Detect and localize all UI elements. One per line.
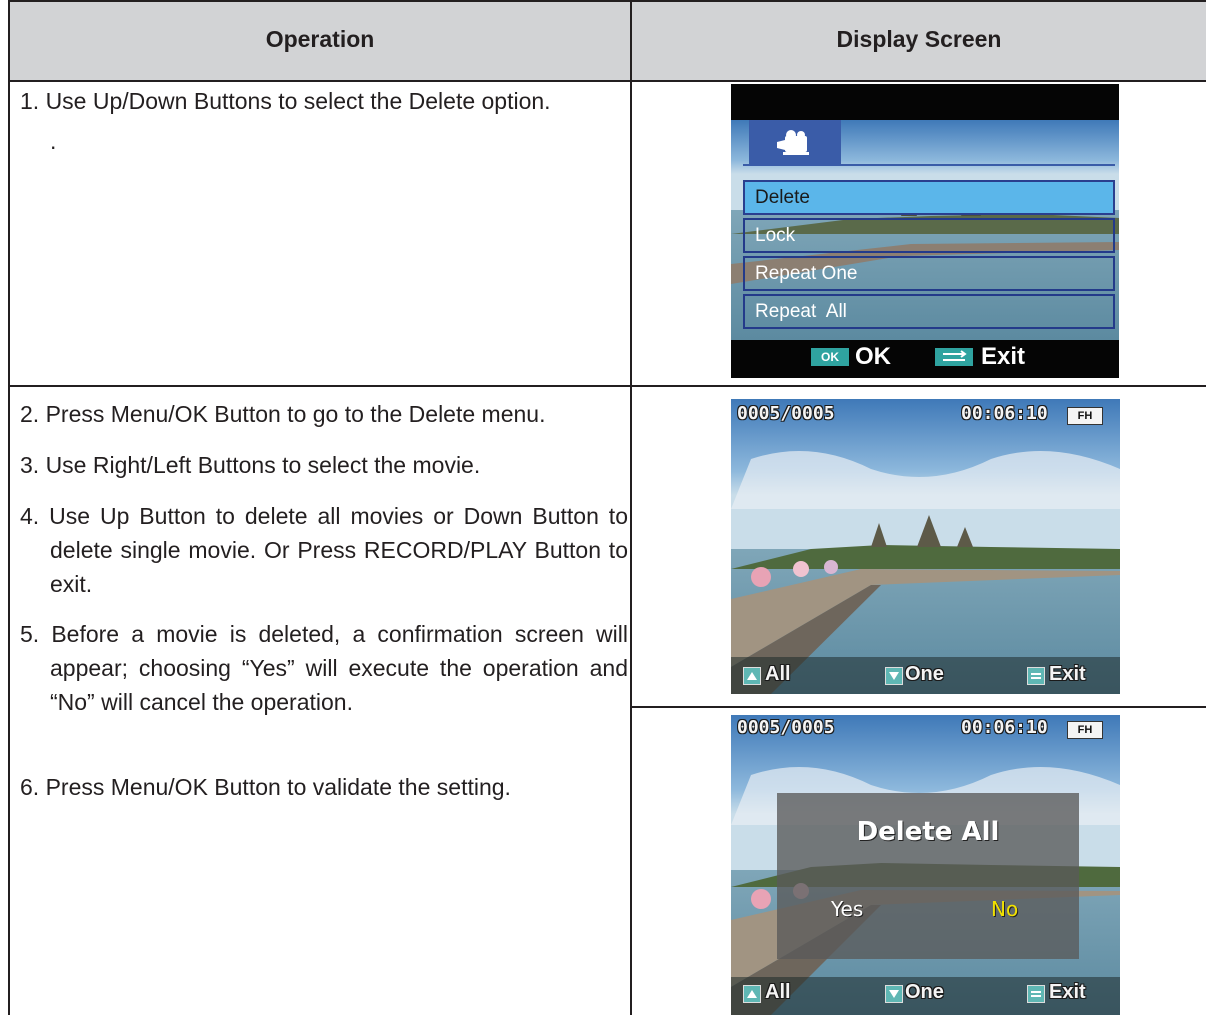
operation-step-2: 2. Press Menu/OK Button to go to the Del… — [20, 401, 546, 427]
menu-item-repeat-all[interactable]: Repeat All — [743, 294, 1115, 329]
ok-label[interactable]: OK — [855, 340, 891, 374]
playback-time: 00:06:10 — [961, 717, 1048, 738]
operation-step-4: 4. Use Up Button to delete all movies or… — [20, 503, 628, 597]
table-border-left — [8, 0, 10, 1015]
playback-photo — [731, 399, 1120, 694]
return-icon — [1027, 667, 1045, 685]
footer-all[interactable]: All — [765, 663, 791, 686]
quality-badge: FH — [1067, 721, 1103, 739]
camera-menu-screen: Delete Lock Repeat One Repeat All OK OK … — [731, 84, 1119, 378]
step-1-continuation: . — [50, 128, 57, 154]
menu-item-repeat-one[interactable]: Repeat One — [743, 256, 1115, 291]
operation-step-6: 6. Press Menu/OK Button to validate the … — [20, 774, 511, 800]
movie-tab[interactable] — [749, 120, 841, 166]
footer-one[interactable]: One — [905, 663, 944, 686]
table-rule-screen-split — [630, 706, 1206, 708]
table-rule-row1 — [8, 385, 1206, 387]
operation-step-1: 1. Use Up/Down Buttons to select the Del… — [20, 84, 628, 158]
return-icon — [935, 348, 973, 366]
operation-step-3: 3. Use Right/Left Buttons to select the … — [20, 452, 481, 478]
table-column-divider — [630, 0, 632, 1015]
down-arrow-icon — [885, 985, 903, 1003]
table-rule-header — [8, 80, 1206, 82]
footer-exit[interactable]: Exit — [1049, 981, 1086, 1004]
up-arrow-icon — [743, 985, 761, 1003]
delete-dialog: Delete All Yes No — [777, 793, 1079, 959]
header-operation: Operation — [265, 26, 375, 52]
footer-one[interactable]: One — [905, 981, 944, 1004]
step-1-text: 1. Use Up/Down Buttons to select the Del… — [20, 88, 551, 114]
file-counter: 0005/0005 — [737, 717, 835, 738]
exit-label[interactable]: Exit — [981, 340, 1025, 374]
dialog-yes-option[interactable]: Yes — [831, 897, 863, 921]
instruction-table: Operation Display Screen 1. Use Up/Down … — [0, 0, 1206, 1015]
delete-confirm-screen: 0005/0005 00:06:10 FH Delete All Yes No … — [731, 715, 1120, 1015]
file-counter: 0005/0005 — [737, 403, 835, 424]
menu-item-lock[interactable]: Lock — [743, 218, 1115, 253]
footer-exit[interactable]: Exit — [1049, 663, 1086, 686]
return-icon — [1027, 985, 1045, 1003]
dialog-title: Delete All — [856, 817, 1000, 847]
playback-screen: 0005/0005 00:06:10 FH All One Exit — [731, 399, 1120, 694]
ok-badge: OK — [811, 348, 849, 366]
operation-step-5: 5. Before a movie is deleted, a confirma… — [20, 621, 628, 715]
movie-camera-icon — [777, 130, 809, 155]
header-display-screen: Display Screen — [836, 26, 1002, 52]
up-arrow-icon — [743, 667, 761, 685]
table-border-top — [8, 0, 1206, 2]
menu-item-delete[interactable]: Delete — [743, 180, 1115, 215]
down-arrow-icon — [885, 667, 903, 685]
quality-badge: FH — [1067, 407, 1103, 425]
playback-time: 00:06:10 — [961, 403, 1048, 424]
dialog-no-option[interactable]: No — [991, 897, 1018, 921]
footer-all[interactable]: All — [765, 981, 791, 1004]
